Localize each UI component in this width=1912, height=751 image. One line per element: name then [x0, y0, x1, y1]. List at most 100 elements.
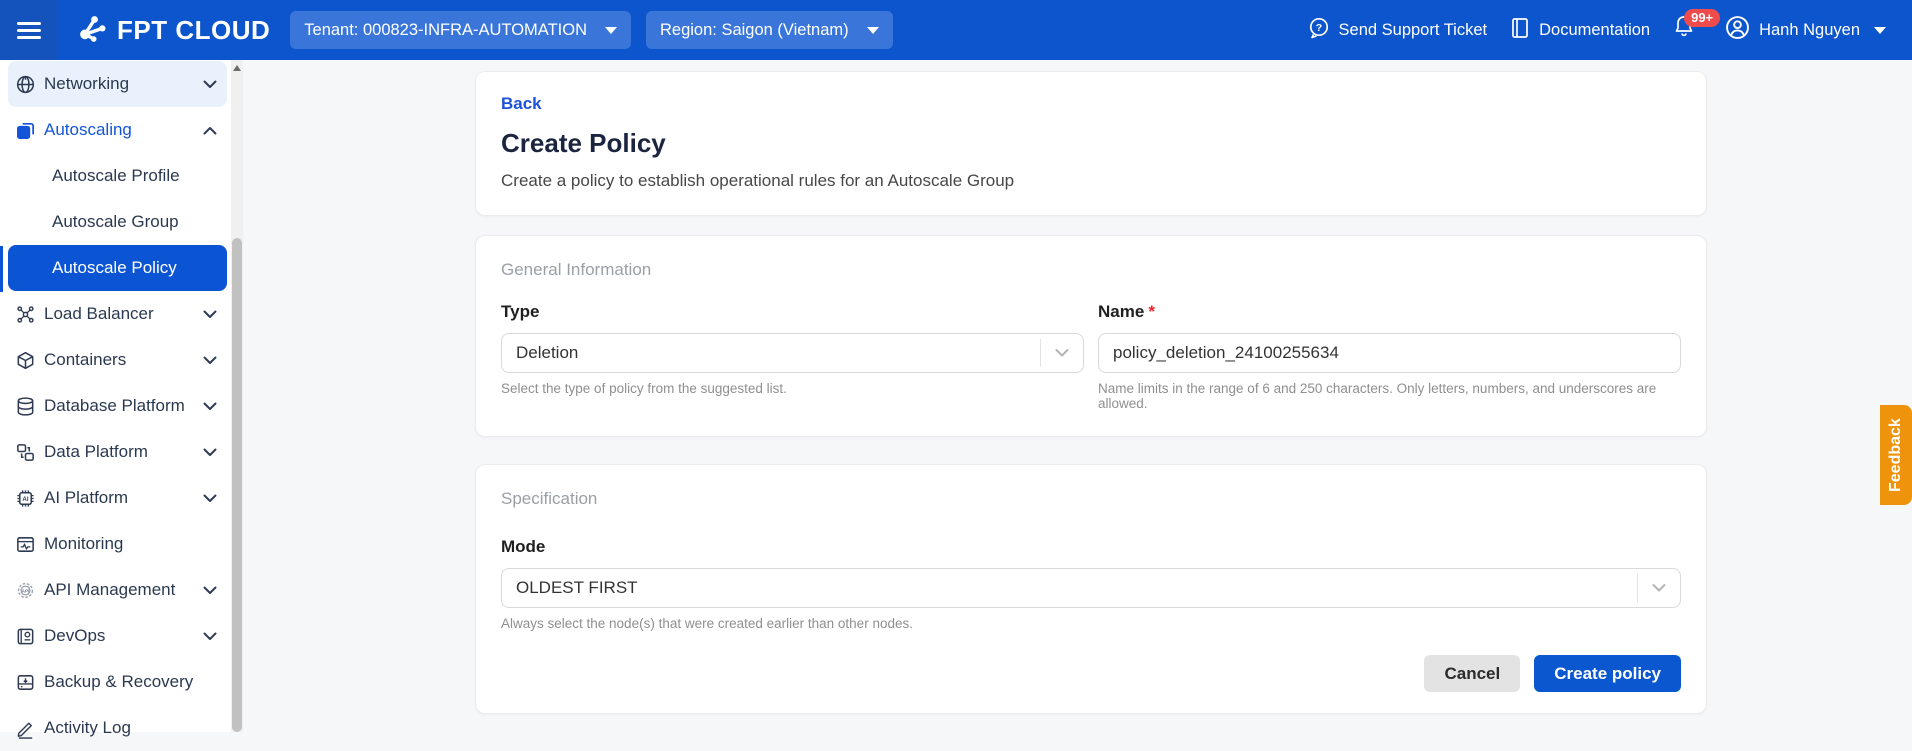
mode-select-value: OLDEST FIRST	[516, 578, 638, 598]
region-dropdown[interactable]: Region: Saigon (Vietnam)	[646, 11, 893, 49]
avatar-icon	[1724, 14, 1751, 46]
documentation-label: Documentation	[1539, 21, 1650, 40]
chevron-down-icon	[203, 494, 217, 503]
sidebar-item-label: Monitoring	[44, 534, 123, 554]
sidebar-item-networking[interactable]: Networking	[8, 61, 227, 107]
chevron-down-icon	[203, 356, 217, 365]
general-information-card: General Information Type Deletion Select…	[475, 235, 1707, 437]
chevron-down-icon	[203, 586, 217, 595]
documentation-link[interactable]: Documentation	[1509, 16, 1650, 45]
chevron-down-icon	[203, 402, 217, 411]
sidebar-item-ai-platform[interactable]: AI AI Platform	[8, 475, 227, 521]
specification-section-label: Specification	[501, 489, 1681, 509]
tenant-dropdown-label: Tenant: 000823-INFRA-AUTOMATION	[304, 21, 587, 40]
sidebar-item-devops[interactable]: DevOps	[8, 613, 227, 659]
hamburger-menu-button[interactable]	[0, 0, 57, 60]
sidebar-item-label: Data Platform	[44, 442, 148, 462]
type-helper-text: Select the type of policy from the sugge…	[501, 381, 1084, 396]
sidebar-item-containers[interactable]: Containers	[8, 337, 227, 383]
sidebar-item-autoscale-policy[interactable]: Autoscale Policy	[8, 245, 227, 291]
fpt-network-icon	[75, 11, 109, 50]
specification-card: Specification Mode OLDEST FIRST Always s…	[475, 464, 1707, 714]
sidebar-item-label: DevOps	[44, 626, 105, 646]
cancel-button[interactable]: Cancel	[1424, 655, 1520, 692]
hamburger-icon	[17, 18, 41, 43]
send-support-ticket-link[interactable]: ? Send Support Ticket	[1307, 16, 1488, 45]
sidebar-item-label: Activity Log	[44, 718, 131, 738]
chevron-down-icon	[203, 448, 217, 457]
sidebar-item-autoscale-group[interactable]: Autoscale Group	[8, 199, 227, 245]
sidebar-item-label: Load Balancer	[44, 304, 154, 324]
scrollbar-thumb[interactable]	[232, 238, 242, 732]
sidebar-item-load-balancer[interactable]: Load Balancer	[8, 291, 227, 337]
type-select[interactable]: Deletion	[501, 333, 1084, 373]
type-field-group: Type Deletion Select the type of policy …	[501, 302, 1084, 411]
sidebar-item-label: Autoscaling	[44, 120, 132, 140]
activity-log-icon	[14, 717, 36, 739]
navbar-right-group: ? Send Support Ticket Documentation 99+	[1307, 13, 1912, 47]
scrollbar-up-arrow[interactable]	[233, 65, 241, 71]
chevron-down-icon	[203, 310, 217, 319]
sidebar-item-database-platform[interactable]: Database Platform	[8, 383, 227, 429]
general-information-section-label: General Information	[501, 260, 1681, 280]
name-input[interactable]	[1113, 343, 1666, 363]
select-divider	[1040, 339, 1041, 367]
backup-drive-icon	[14, 671, 36, 693]
mode-select[interactable]: OLDEST FIRST	[501, 568, 1681, 608]
main-content: Back Create Policy Create a policy to es…	[243, 60, 1912, 732]
chevron-down-icon	[1055, 349, 1069, 358]
back-link[interactable]: Back	[501, 94, 542, 114]
tenant-dropdown[interactable]: Tenant: 000823-INFRA-AUTOMATION	[290, 11, 631, 49]
mode-helper-text: Always select the node(s) that were crea…	[501, 616, 1681, 631]
page-title: Create Policy	[501, 128, 1681, 159]
database-icon	[14, 395, 36, 417]
sidebar-item-monitoring[interactable]: Monitoring	[8, 521, 227, 567]
select-divider	[1637, 574, 1638, 602]
ai-chip-icon: AI	[14, 487, 36, 509]
sidebar-item-label: Containers	[44, 350, 126, 370]
user-name-label: Hanh Nguyen	[1759, 21, 1860, 40]
sidebar-item-api-management[interactable]: API API Management	[8, 567, 227, 613]
brand-logo-text: FPT CLOUD	[117, 15, 270, 46]
sidebar-item-backup-recovery[interactable]: Backup & Recovery	[8, 659, 227, 705]
sidebar-item-label: Autoscale Group	[52, 212, 179, 232]
active-item-edge-accent	[0, 246, 3, 292]
svg-text:AI: AI	[22, 496, 28, 503]
api-gear-icon: API	[14, 579, 36, 601]
required-asterisk: *	[1148, 302, 1155, 321]
chevron-down-icon	[203, 632, 217, 641]
load-balancer-icon	[14, 303, 36, 325]
caret-down-icon	[605, 27, 617, 34]
create-policy-button[interactable]: Create policy	[1534, 655, 1681, 692]
type-label: Type	[501, 302, 1084, 322]
documentation-book-icon	[1509, 16, 1531, 45]
send-support-ticket-label: Send Support Ticket	[1339, 21, 1488, 40]
name-helper-text: Name limits in the range of 6 and 250 ch…	[1098, 381, 1681, 411]
sidebar-item-autoscaling[interactable]: Autoscaling	[8, 107, 227, 153]
type-select-value: Deletion	[516, 343, 578, 363]
devops-icon	[14, 625, 36, 647]
page-subtitle: Create a policy to establish operational…	[501, 171, 1681, 191]
sidebar-item-label: API Management	[44, 580, 175, 600]
sidebar-item-autoscale-profile[interactable]: Autoscale Profile	[8, 153, 227, 199]
mode-field-group: Mode OLDEST FIRST Always select the node…	[501, 537, 1681, 631]
autoscaling-icon	[14, 119, 36, 141]
sidebar-item-activity-log[interactable]: Activity Log	[8, 705, 227, 751]
sidebar-scrollbar[interactable]	[231, 60, 243, 732]
top-navbar: FPT CLOUD Tenant: 000823-INFRA-AUTOMATIO…	[0, 0, 1912, 60]
svg-text:API: API	[21, 588, 29, 593]
notification-count-badge: 99+	[1684, 9, 1720, 27]
name-input-wrapper	[1098, 333, 1681, 373]
sidebar-item-label: Networking	[44, 74, 129, 94]
feedback-tab[interactable]: Feedback	[1880, 405, 1912, 505]
support-chat-icon: ?	[1307, 16, 1331, 45]
brand-logo[interactable]: FPT CLOUD	[75, 11, 270, 50]
sidebar-item-label: Autoscale Policy	[52, 258, 177, 278]
notifications-button[interactable]: 99+	[1672, 13, 1702, 47]
sidebar-item-label: AI Platform	[44, 488, 128, 508]
user-menu[interactable]: Hanh Nguyen	[1724, 14, 1886, 46]
name-label: Name*	[1098, 302, 1681, 322]
containers-cube-icon	[14, 349, 36, 371]
chevron-down-icon	[1652, 584, 1666, 593]
sidebar-item-data-platform[interactable]: Data Platform	[8, 429, 227, 475]
